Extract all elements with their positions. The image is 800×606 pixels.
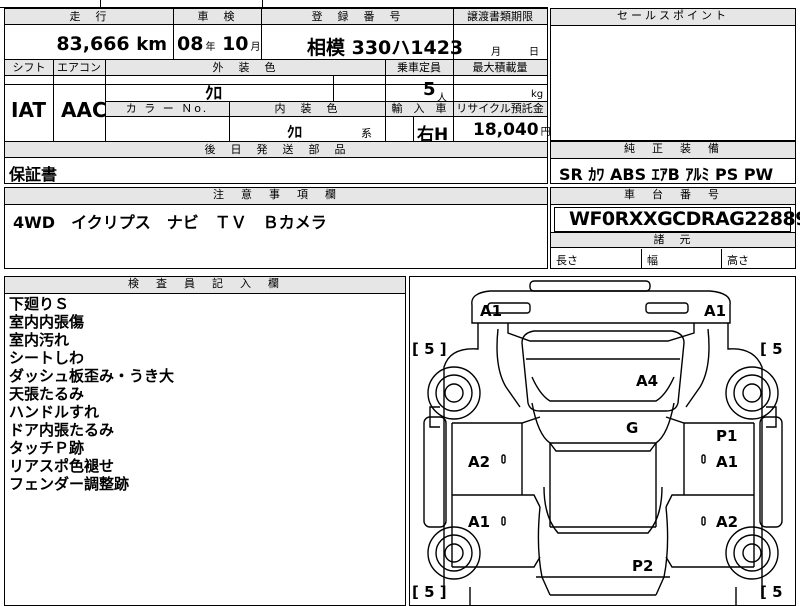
exterior-color-value: ｸﾛ [205,84,222,104]
inspector-note: タッチＰ跡 [9,439,85,457]
inspector-notes-list: 下廻りＳ 室内内張傷 室内汚れ シートしわ ダッシュ板歪み・うき大 天張たるみ … [9,295,174,493]
damage-code-left-rear-door: A1 [468,513,491,531]
capacity-label: 乗車定員 [397,61,441,74]
sales-points-section: セールスポイント [550,8,796,141]
notes-section: 注 意 事 項 欄 4WD イクリプス ナビ ＴＶ Ｂカメラ [4,187,548,269]
tire-tread-front-left: [ 5 ] [412,340,447,358]
inspector-note: 下廻りＳ [9,295,70,313]
damage-code-hood: A4 [636,372,659,390]
width-label: 幅 [647,254,658,267]
inspector-note: ドア内張たるみ [9,421,115,439]
interior-color-suffix: 系 [361,127,372,140]
damage-code-front-right: A1 [704,302,727,320]
damage-code-rear-hatch: P2 [632,557,654,575]
recycle-value: 18,040 円 [473,120,551,140]
length-label: 長さ [556,254,578,267]
import-label: 輸 入 車 [391,102,447,115]
aircon-label: エアコン [57,61,101,74]
parts-value: 保証書 [9,165,58,184]
registration-value: 相模 330ハ1423 [307,37,464,59]
recycle-label: リサイクル預託金 [456,102,544,115]
shift-label: シフト [12,61,46,74]
transfer-deadline-label: 譲渡書類期限 [467,10,533,23]
exterior-color-label: 外 装 色 [212,61,278,74]
tire-tread-front-right: [ 5 [760,340,783,358]
car-outline-drawing [423,280,783,605]
damage-code-windshield: G [626,419,639,437]
chassis-label: 車 台 番 号 [551,188,795,205]
inspector-notes-label: 検 査 員 記 入 欄 [5,277,405,294]
color-no-label: カ ラ ー Ｎo. [125,102,209,115]
inspection-label: 車 検 [197,10,237,23]
sales-points-label: セールスポイント [551,9,795,26]
aircon-value: AAC [61,98,107,122]
chassis-section: 車 台 番 号 WF0RXXGCDRAG22889 諸 元 長さ 幅 高さ [550,187,800,269]
equipment-label: 純 正 装 備 [551,142,795,159]
inspector-note: ハンドルすれ [9,403,100,421]
inspector-note: ダッシュ板歪み・うき大 [9,367,175,385]
capacity-value: 5 [423,79,436,100]
shift-value: IAT [11,98,47,122]
height-label: 高さ [727,254,749,267]
dimensions-label: 諸 元 [653,233,693,246]
import-value: 右H [417,125,449,145]
inspector-note: 天張たるみ [9,385,85,403]
max-load-unit: kg [531,89,544,100]
chassis-value: WF0RXXGCDRAG22889 [569,208,800,230]
inspector-notes-section: 検 査 員 記 入 欄 下廻りＳ 室内内張傷 室内汚れ シートしわ ダッシュ板歪… [4,276,406,606]
inspector-note: 室内汚れ [9,331,70,349]
damage-code-right-rear-door: A2 [716,513,739,531]
interior-color-value: ｸﾛ [287,123,303,141]
inspector-note: 室内内張傷 [9,313,85,331]
inspector-note: シートしわ [9,349,85,367]
damage-code-right-front-door-2: A1 [716,453,739,471]
inspector-note: フェンダー調整跡 [9,475,130,493]
parts-label: 後 日 発 送 部 品 [204,143,348,156]
inspector-note: リアスポ色褪せ [9,457,115,475]
registration-label: 登 録 番 号 [311,10,403,23]
equipment-section: 純 正 装 備 SR ｶﾜ ABS ｴｱB ｱﾙﾐ PS PW [550,141,796,184]
max-load-label: 最大積載量 [472,61,528,74]
mileage-label: 走 行 [69,10,109,23]
damage-code-front-left: A1 [480,302,503,320]
car-damage-diagram: A1 A1 A4 G P1 A1 A2 A1 A2 P2 [ 5 ] [ 5 [… [409,276,796,606]
sheet-top-strip [0,0,548,8]
interior-color-label: 内 装 色 [274,102,340,115]
transfer-month-unit: 月 [491,47,501,58]
vehicle-info-grid: 走 行 車 検 登 録 番 号 譲渡書類期限 83,666 km 08 年 10 月… [4,8,551,184]
mileage-value: 83,666 km [56,33,167,55]
equipment-value: SR ｶﾜ ABS ｴｱB ｱﾙﾐ PS PW [559,165,774,184]
damage-code-right-front-door-1: P1 [716,427,738,445]
notes-value: 4WD イクリプス ナビ ＴＶ Ｂカメラ [13,213,327,232]
notes-label: 注 意 事 項 欄 [5,188,547,205]
tire-tread-rear-right: [ 5 [760,583,783,601]
tire-tread-rear-left: [ 5 ] [412,583,447,601]
damage-code-left-front-door: A2 [468,453,491,471]
transfer-day-unit: 日 [529,47,539,58]
inspection-date: 08 年 10 月 [177,33,261,55]
